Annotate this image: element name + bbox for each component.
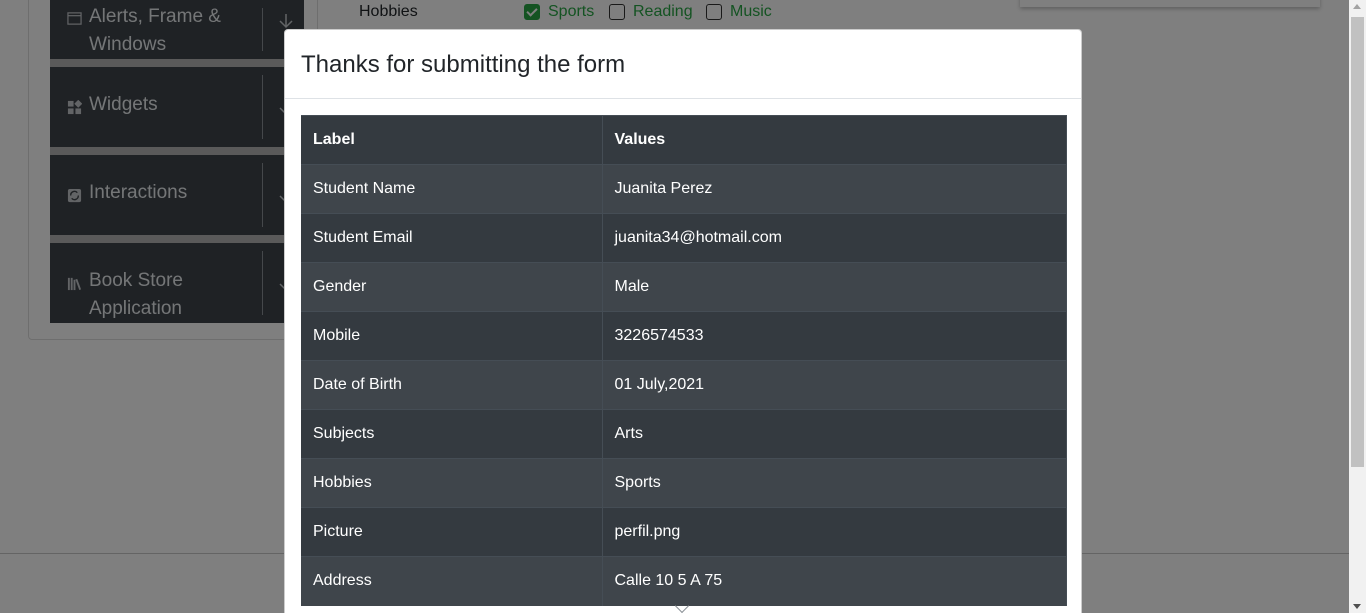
- table-row: Student Name Juanita Perez: [301, 164, 1067, 214]
- column-header-label: Label: [301, 115, 603, 165]
- table-row: Address Calle 10 5 A 75: [301, 556, 1067, 606]
- row-value-cell: Sports: [602, 458, 1067, 508]
- row-value-cell: Calle 10 5 A 75: [602, 556, 1067, 606]
- scroll-down-icon[interactable]: [1353, 604, 1361, 609]
- table-row: Hobbies Sports: [301, 458, 1067, 508]
- row-value-cell: 01 July,2021: [602, 360, 1067, 410]
- row-label-cell: Subjects: [301, 409, 603, 459]
- table-row: Date of Birth 01 July,2021: [301, 360, 1067, 410]
- scroll-up-icon[interactable]: [1353, 4, 1361, 9]
- table-row: Picture perfil.png: [301, 507, 1067, 557]
- page-scrollbar[interactable]: [1349, 0, 1366, 613]
- row-label-cell: Student Name: [301, 164, 603, 214]
- row-label-cell: Picture: [301, 507, 603, 557]
- table-row: Gender Male: [301, 262, 1067, 312]
- row-value-cell: Juanita Perez: [602, 164, 1067, 214]
- row-label-cell: Date of Birth: [301, 360, 603, 410]
- results-table: Label Values Student Name Juanita Perez St…: [301, 115, 1067, 606]
- row-label-cell: Gender: [301, 262, 603, 312]
- modal-title: Thanks for submitting the form: [301, 51, 626, 78]
- row-value-cell: Male: [602, 262, 1067, 312]
- table-row: Mobile 3226574533: [301, 311, 1067, 361]
- row-value-cell: perfil.png: [602, 507, 1067, 557]
- column-header-values: Values: [602, 115, 1067, 165]
- row-value-cell: 3226574533: [602, 311, 1067, 361]
- row-value-cell: juanita34@hotmail.com: [602, 213, 1067, 263]
- row-label-cell: Address: [301, 556, 603, 606]
- table-header-row: Label Values: [301, 115, 1067, 165]
- table-row: Student Email juanita34@hotmail.com: [301, 213, 1067, 263]
- row-label-cell: Hobbies: [301, 458, 603, 508]
- row-value-cell: Arts: [602, 409, 1067, 459]
- row-label-cell: Student Email: [301, 213, 603, 263]
- submission-modal: Thanks for submitting the form Label Val…: [284, 29, 1082, 613]
- table-row: Subjects Arts: [301, 409, 1067, 459]
- row-label-cell: Mobile: [301, 311, 603, 361]
- modal-header: Thanks for submitting the form: [285, 30, 1081, 99]
- scrollbar-thumb[interactable]: [1351, 17, 1364, 467]
